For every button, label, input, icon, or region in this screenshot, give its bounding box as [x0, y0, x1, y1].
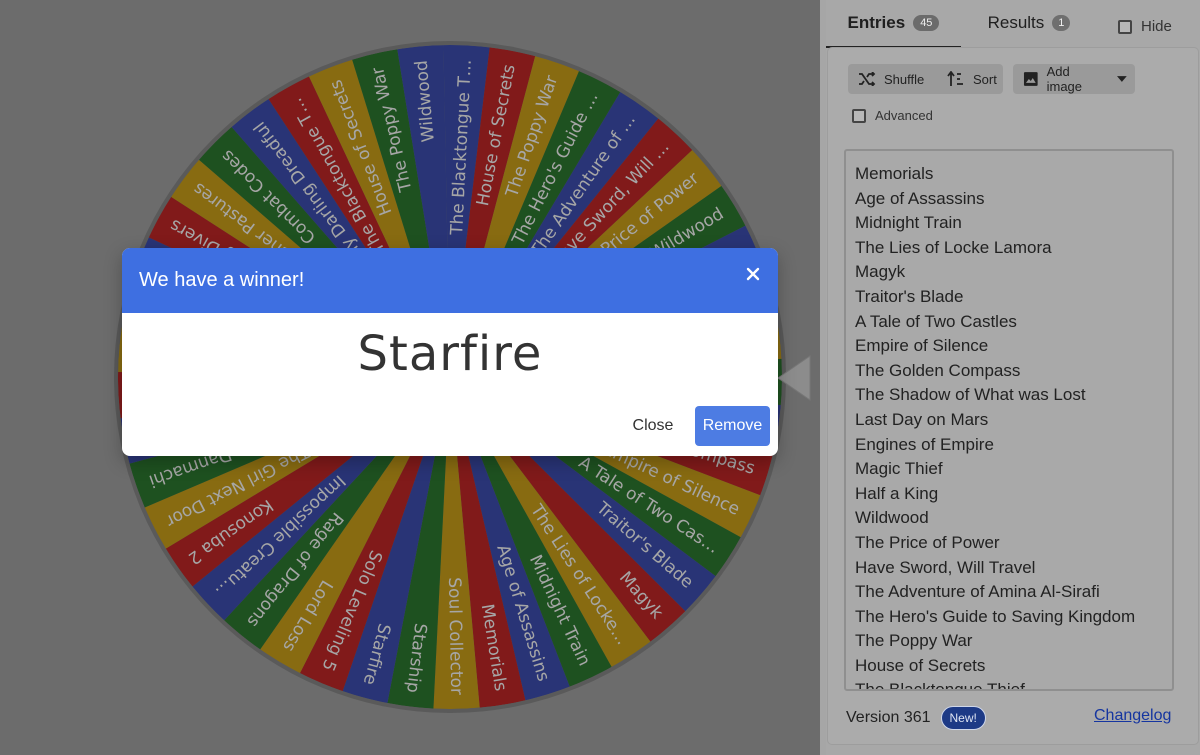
tab-results[interactable]: Results 1 [974, 0, 1084, 46]
version-info: Version 361 New! [846, 706, 986, 730]
entries-panel: Shuffle Sort Add image Advanced Memorial… [828, 48, 1198, 744]
entry-item: The Price of Power [855, 532, 1000, 552]
advanced-toggle[interactable]: Advanced [852, 108, 933, 123]
close-icon[interactable] [744, 265, 762, 283]
tab-bar: Entries 45 Results 1 Hide [826, 0, 1200, 48]
version-label: Version 361 [846, 709, 931, 726]
entry-item: The Hero's Guide to Saving Kingdom [855, 606, 1136, 626]
hide-checkbox[interactable] [1118, 19, 1132, 34]
add-image-label: Add image [1046, 64, 1083, 94]
sort-label: Sort [973, 71, 997, 87]
entries-count-badge: 45 [913, 15, 940, 31]
sort-icon [947, 71, 963, 86]
entries-list: Memorials Age of Assassins Midnight Train T… [846, 151, 1172, 691]
entry-item: The Shadow of What was Lost [855, 385, 1086, 405]
entry-item: Half a King [855, 483, 939, 503]
entry-item: Engines of Empire [855, 434, 994, 454]
entries-textarea[interactable]: Memorials Age of Assassins Midnight Train T… [844, 149, 1174, 691]
new-badge: New! [940, 706, 986, 730]
tab-results-label: Results [987, 13, 1045, 32]
entry-item: Wildwood [855, 508, 929, 528]
advanced-label: Advanced [875, 108, 933, 123]
hide-toggle[interactable]: Hide [1118, 18, 1172, 35]
dialog-header: We have a winner! [122, 248, 778, 313]
results-count-badge: 1 [1052, 15, 1071, 31]
entry-item: The Poppy War [855, 631, 973, 651]
advanced-checkbox[interactable] [852, 108, 866, 123]
entry-item: The Blacktongue Thief [855, 680, 1025, 691]
shuffle-icon [859, 72, 876, 86]
app-stage: The Blacktongue T…House of SecretsThe Po… [0, 0, 1200, 755]
entry-item: Midnight Train [855, 213, 962, 233]
entry-item: House of Secrets [855, 655, 986, 675]
sort-button[interactable]: Sort [937, 64, 1003, 94]
entry-item: Magyk [855, 262, 906, 282]
entry-item: The Golden Compass [855, 360, 1021, 380]
entry-item: The Lies of Locke Lamora [855, 237, 1052, 257]
entry-item: Last Day on Mars [855, 409, 989, 429]
shuffle-label: Shuffle [884, 71, 925, 87]
changelog-link[interactable]: Changelog [1094, 707, 1171, 725]
winner-dialog: We have a winner! Starfire Close Remove [122, 248, 778, 456]
tab-entries-label: Entries [847, 13, 906, 32]
hide-label: Hide [1141, 18, 1172, 35]
entry-item: Magic Thief [855, 459, 943, 479]
tab-entries[interactable]: Entries 45 [826, 0, 961, 48]
sidebar: Entries 45 Results 1 Hide Shuffle Sort A… [826, 0, 1200, 755]
shuffle-button[interactable]: Shuffle [848, 64, 948, 94]
add-image-button[interactable]: Add image [1013, 64, 1135, 94]
winner-name: Starfire [357, 326, 543, 382]
entry-item: A Tale of Two Castles [855, 311, 1017, 331]
dialog-title: We have a winner! [139, 269, 305, 291]
caret-down-icon [1117, 76, 1127, 82]
entry-item: Empire of Silence [855, 336, 989, 356]
entry-item: Traitor's Blade [855, 286, 964, 306]
entry-item: Memorials [855, 164, 934, 183]
entry-item: Have Sword, Will Travel [855, 557, 1036, 577]
remove-button[interactable]: Remove [695, 406, 770, 446]
entry-item: The Adventure of Amina Al-Sirafi [855, 582, 1100, 602]
entry-item: Age of Assassins [855, 188, 985, 208]
image-icon [1023, 72, 1038, 86]
close-button[interactable]: Close [622, 406, 684, 446]
